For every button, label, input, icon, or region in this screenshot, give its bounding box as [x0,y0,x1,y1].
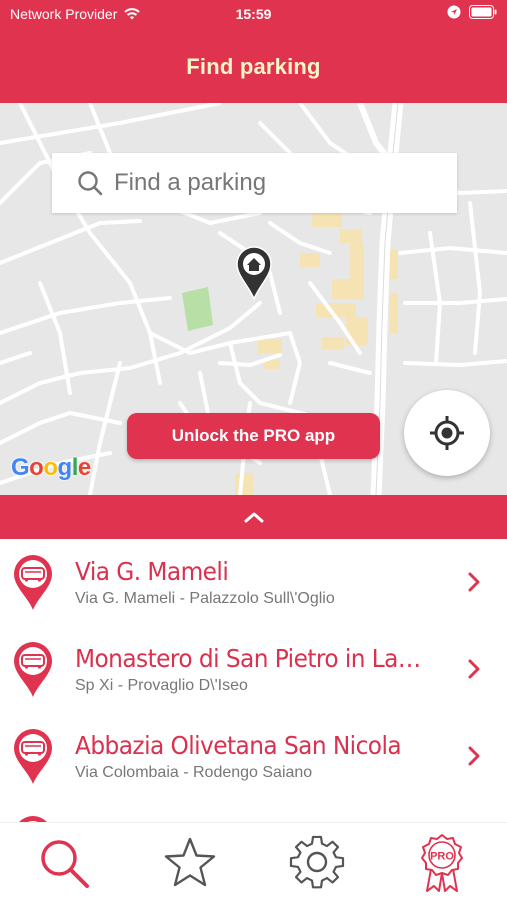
map-view[interactable]: Unlock the PRO app Google [0,103,507,495]
page-title: Find parking [186,54,321,79]
pro-badge-icon: PRO [421,834,463,892]
location-arrow-icon [447,5,461,19]
chevron-up-icon [244,512,263,523]
tab-pro[interactable]: PRO [412,831,472,895]
parking-name: Abbazia Olivetana San Nicola [75,731,402,760]
parking-name: Via G. Mameli [75,557,229,586]
bus-pin-icon [14,729,52,784]
pro-badge-label: PRO [430,851,454,863]
search-icon [41,840,89,888]
status-time: 15:59 [235,6,272,22]
bus-pin-icon [14,642,52,697]
battery-icon [469,5,497,19]
parking-list: Via G. Mameli Via G. Mameli - Palazzolo … [0,539,507,822]
locate-me-button[interactable] [404,390,490,476]
parking-name: Monastero di San Pietro in Lamosa [75,644,429,673]
tab-search[interactable] [34,831,94,895]
parking-address: Sp Xi - Provaglio D\'Iseo [75,677,248,694]
list-item[interactable]: Abbazia Olivetana San Nicola Via Colomba… [0,713,507,800]
tab-settings[interactable] [287,831,347,895]
parking-address: Via Colombaia - Rodengo Saiano [75,764,313,781]
home-pin-icon[interactable] [235,246,273,300]
crosshair-icon [430,416,464,450]
app-header: Find parking [0,28,507,103]
status-right [447,5,497,19]
expand-list-button[interactable] [0,495,507,539]
status-bar: Network Provider 15:59 [0,0,507,28]
parking-address: Via G. Mameli - Palazzolo Sull\'Oglio [75,590,335,607]
gear-icon [289,835,345,889]
chevron-right-icon [468,659,480,679]
bus-pin-icon [14,555,52,610]
search-input[interactable] [114,169,414,197]
chevron-right-icon [468,746,480,766]
tab-favorites[interactable] [160,831,220,895]
unlock-pro-button[interactable]: Unlock the PRO app [127,413,380,459]
list-item[interactable]: Via G. Mameli Via G. Mameli - Palazzolo … [0,539,507,626]
google-logo: Google [11,454,91,481]
search-icon [78,171,103,196]
tab-bar: PRO [0,822,507,900]
star-icon [164,837,216,887]
list-item-partial[interactable] [0,800,507,822]
list-item[interactable]: Monastero di San Pietro in Lamosa Sp Xi … [0,626,507,713]
chevron-right-icon [468,572,480,592]
search-bar[interactable] [52,153,457,213]
